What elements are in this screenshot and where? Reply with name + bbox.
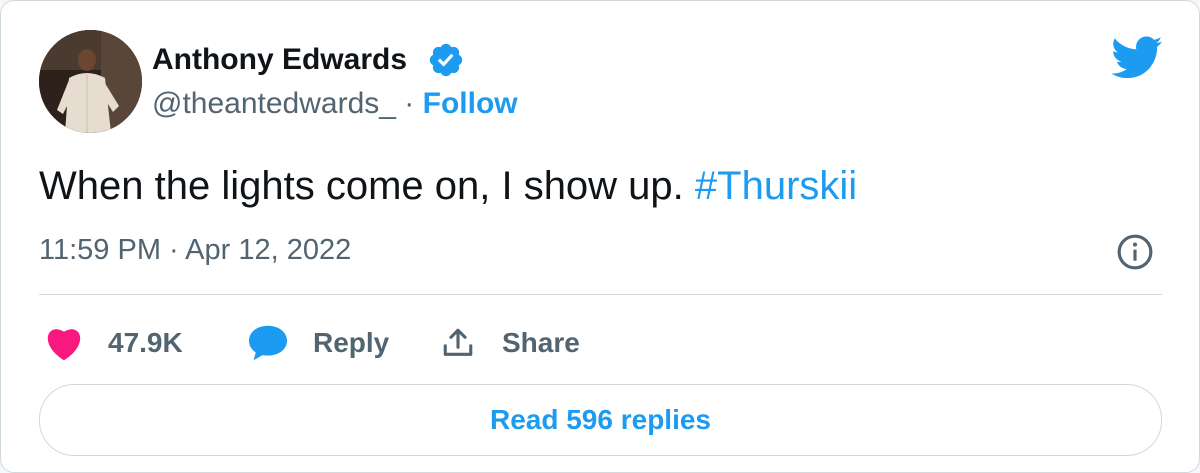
speech-bubble-icon: [249, 325, 287, 361]
info-icon[interactable]: [1116, 233, 1154, 271]
share-button[interactable]: Share: [441, 321, 580, 365]
reply-label: Reply: [313, 327, 390, 358]
display-name[interactable]: Anthony Edwards: [152, 43, 407, 77]
share-label: Share: [502, 327, 580, 358]
user-handle[interactable]: @theantedwards_: [152, 87, 396, 120]
twitter-bird-icon[interactable]: [1111, 36, 1163, 80]
divider: [39, 294, 1162, 295]
tweet-card: Anthony Edwards @theantedwards_ · Follow…: [0, 0, 1200, 473]
read-replies-button[interactable]: Read 596 replies: [39, 384, 1162, 456]
reply-button[interactable]: Reply: [247, 321, 389, 365]
tweet-body: When the lights come on, I show up.: [39, 164, 684, 208]
likes-count: 47.9K: [108, 327, 183, 358]
handle-row: @theantedwards_ · Follow: [152, 87, 518, 121]
hashtag-link[interactable]: #Thurskii: [695, 164, 857, 208]
avatar[interactable]: [39, 30, 142, 133]
handle-separator: ·: [404, 87, 415, 120]
share-icon: [443, 328, 473, 356]
tweet-timestamp[interactable]: 11:59 PM · Apr 12, 2022: [39, 234, 351, 267]
heart-icon: [47, 329, 81, 361]
profile-photo: [39, 30, 142, 133]
tweet-text: When the lights come on, I show up. #Thu…: [39, 164, 857, 209]
follow-button[interactable]: Follow: [423, 87, 518, 120]
like-button[interactable]: 47.9K: [44, 321, 183, 365]
verified-badge-icon: [429, 43, 463, 77]
